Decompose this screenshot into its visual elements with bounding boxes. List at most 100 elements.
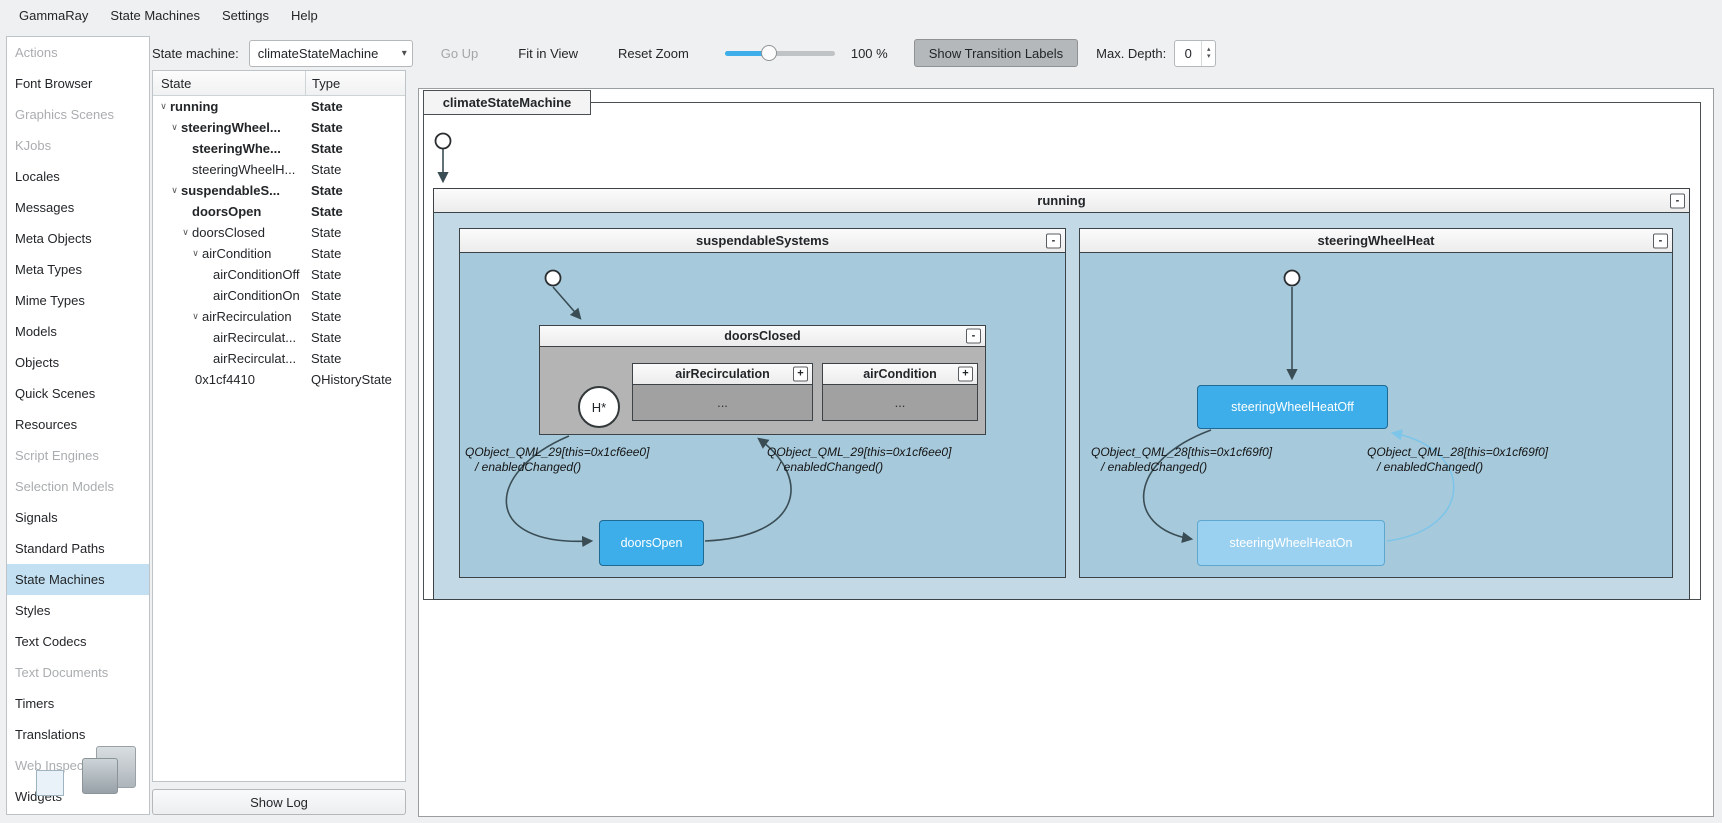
- sidebar-item-mime-types[interactable]: Mime Types: [7, 285, 149, 316]
- column-header-type[interactable]: Type: [305, 71, 405, 95]
- gammaray-window: GammaRay State Machines Settings Help Ac…: [0, 0, 1722, 823]
- chevron-down-icon[interactable]: ∨: [157, 101, 170, 112]
- collapse-button[interactable]: -: [1670, 193, 1685, 208]
- menu-help[interactable]: Help: [280, 3, 329, 28]
- tree-state-label: 0x1cf4410: [195, 372, 255, 387]
- sidebar-item-standard-paths[interactable]: Standard Paths: [7, 533, 149, 564]
- tree-type-label: State: [311, 246, 342, 261]
- sidebar-item-text-codecs[interactable]: Text Codecs: [7, 626, 149, 657]
- tree-row-steeringwheelheaton[interactable]: steeringWheelH... State: [153, 159, 405, 180]
- tree-type-label: State: [311, 351, 342, 366]
- state-steering-header: steeringWheelHeat -: [1080, 229, 1672, 253]
- reset-zoom-button[interactable]: Reset Zoom: [610, 41, 697, 66]
- tree-row-steeringwheelheatoff[interactable]: steeringWhe... State: [153, 138, 405, 159]
- state-steering-wheel-heat-on[interactable]: steeringWheelHeatOn: [1197, 520, 1385, 566]
- sidebar-item-timers[interactable]: Timers: [7, 688, 149, 719]
- tree-row-historystate[interactable]: 0x1cf4410 QHistoryState: [153, 369, 405, 390]
- expand-button[interactable]: +: [958, 366, 973, 382]
- spinbox-arrows[interactable]: ▴ ▾: [1201, 40, 1215, 66]
- root-state-tab[interactable]: climateStateMachine: [423, 90, 591, 115]
- state-machine-combobox-value: climateStateMachine: [257, 45, 379, 61]
- state-air-recirculation-header: airRecirculation +: [633, 364, 812, 385]
- transition-label-line1: QObject_QML_28[this=0x1cf69f0]: [1091, 445, 1273, 459]
- tree-row-doorsclosed[interactable]: ∨ doorsClosed State: [153, 222, 405, 243]
- tree-row-steeringwheelheat[interactable]: ∨ steeringWheel... State: [153, 117, 405, 138]
- tree-type-label: State: [311, 288, 342, 303]
- tree-type-label: State: [311, 267, 342, 282]
- show-transition-labels-toggle[interactable]: Show Transition Labels: [913, 39, 1079, 67]
- tree-type-label: State: [311, 309, 342, 324]
- state-machine-label: State machine:: [152, 45, 239, 61]
- sidebar-item-meta-types[interactable]: Meta Types: [7, 254, 149, 285]
- tree-state-label: airRecirculation: [202, 309, 292, 324]
- menu-gammaray[interactable]: GammaRay: [8, 3, 99, 28]
- artifact-front-window: [82, 758, 118, 794]
- tree-row-doorsopen[interactable]: doorsOpen State: [153, 201, 405, 222]
- tree-type-label: State: [311, 204, 343, 219]
- state-air-recirculation[interactable]: airRecirculation + ...: [632, 363, 813, 421]
- state-heat-off-label: steeringWheelHeatOff: [1231, 400, 1354, 414]
- max-depth-spinbox[interactable]: 0 ▴ ▾: [1174, 39, 1217, 67]
- sidebar-item-models[interactable]: Models: [7, 316, 149, 347]
- sidebar-item-messages[interactable]: Messages: [7, 192, 149, 223]
- tree-row-airrecirculationon[interactable]: airRecirculat... State: [153, 348, 405, 369]
- max-depth-value: 0: [1184, 45, 1192, 61]
- transition-label-line2: / enabledChanged(): [1377, 460, 1484, 474]
- tree-row-airconditionon[interactable]: airConditionOn State: [153, 285, 405, 306]
- state-steering-wheel-heat-off[interactable]: steeringWheelHeatOff: [1197, 385, 1388, 429]
- chevron-down-icon[interactable]: ∨: [189, 248, 202, 259]
- menu-settings[interactable]: Settings: [211, 3, 280, 28]
- history-state[interactable]: H*: [578, 386, 620, 428]
- max-depth-label: Max. Depth:: [1096, 45, 1167, 61]
- collapse-button[interactable]: -: [1653, 233, 1668, 248]
- expand-button[interactable]: +: [793, 366, 808, 382]
- chevron-down-icon: ▾: [401, 47, 407, 59]
- spin-up-icon[interactable]: ▴: [1207, 46, 1211, 53]
- zoom-slider-handle[interactable]: [760, 45, 777, 61]
- go-up-button: Go Up: [433, 41, 487, 66]
- tree-row-running[interactable]: ∨ running State: [153, 96, 405, 117]
- sidebar-item-quick-scenes[interactable]: Quick Scenes: [7, 378, 149, 409]
- artifact-sheet: [36, 770, 64, 796]
- collapse-button[interactable]: -: [966, 328, 981, 344]
- sidebar-item-state-machines[interactable]: State Machines: [7, 564, 149, 595]
- tree-row-airrecirculationoff[interactable]: airRecirculat... State: [153, 327, 405, 348]
- show-log-button[interactable]: Show Log: [152, 789, 406, 815]
- sidebar-item-font-browser[interactable]: Font Browser: [7, 68, 149, 99]
- chevron-down-icon[interactable]: ∨: [179, 227, 192, 238]
- spin-down-icon[interactable]: ▾: [1207, 53, 1211, 60]
- state-tree-panel: State Type ∨ running State ∨ steeringWhe…: [152, 70, 406, 782]
- column-header-state[interactable]: State: [153, 76, 305, 91]
- chevron-down-icon[interactable]: ∨: [168, 122, 181, 133]
- root-state-label: climateStateMachine: [442, 95, 572, 110]
- menu-state-machines[interactable]: State Machines: [99, 3, 211, 28]
- chevron-down-icon[interactable]: ∨: [189, 311, 202, 322]
- sidebar-item-resources[interactable]: Resources: [7, 409, 149, 440]
- sidebar-item-objects[interactable]: Objects: [7, 347, 149, 378]
- state-air-condition[interactable]: airCondition + ...: [822, 363, 978, 421]
- tree-state-label: airRecirculat...: [213, 330, 297, 345]
- state-machine-combobox[interactable]: climateStateMachine ▾: [248, 39, 413, 67]
- state-air-condition-title: airCondition: [863, 367, 937, 381]
- fit-in-view-button[interactable]: Fit in View: [510, 41, 586, 66]
- transition-label-line1: QObject_QML_29[this=0x1cf6ee0]: [767, 445, 952, 459]
- state-doors-open[interactable]: doorsOpen: [599, 520, 704, 566]
- state-steering-title: steeringWheelHeat: [1317, 233, 1435, 248]
- zoom-slider[interactable]: [724, 44, 835, 62]
- tree-row-suspendablesystems[interactable]: ∨ suspendableS... State: [153, 180, 405, 201]
- sidebar-item-signals[interactable]: Signals: [7, 502, 149, 533]
- collapsed-content-ellipsis: ...: [894, 395, 906, 410]
- tree-row-airrecirculation[interactable]: ∨ airRecirculation State: [153, 306, 405, 327]
- sidebar-item-graphics-scenes: Graphics Scenes: [15, 107, 114, 122]
- sidebar-item-locales[interactable]: Locales: [7, 161, 149, 192]
- tree-type-label: QHistoryState: [311, 372, 392, 387]
- tree-row-airconditionoff[interactable]: airConditionOff State: [153, 264, 405, 285]
- sidebar-item-styles[interactable]: Styles: [7, 595, 149, 626]
- state-machine-canvas[interactable]: climateStateMachine running - suspendabl…: [418, 88, 1714, 817]
- sidebar-item-meta-objects[interactable]: Meta Objects: [7, 223, 149, 254]
- tree-state-label: airConditionOn: [213, 288, 300, 303]
- collapse-button[interactable]: -: [1046, 233, 1061, 248]
- menubar: GammaRay State Machines Settings Help: [0, 0, 1722, 30]
- chevron-down-icon[interactable]: ∨: [168, 185, 181, 196]
- tree-row-aircondition[interactable]: ∨ airCondition State: [153, 243, 405, 264]
